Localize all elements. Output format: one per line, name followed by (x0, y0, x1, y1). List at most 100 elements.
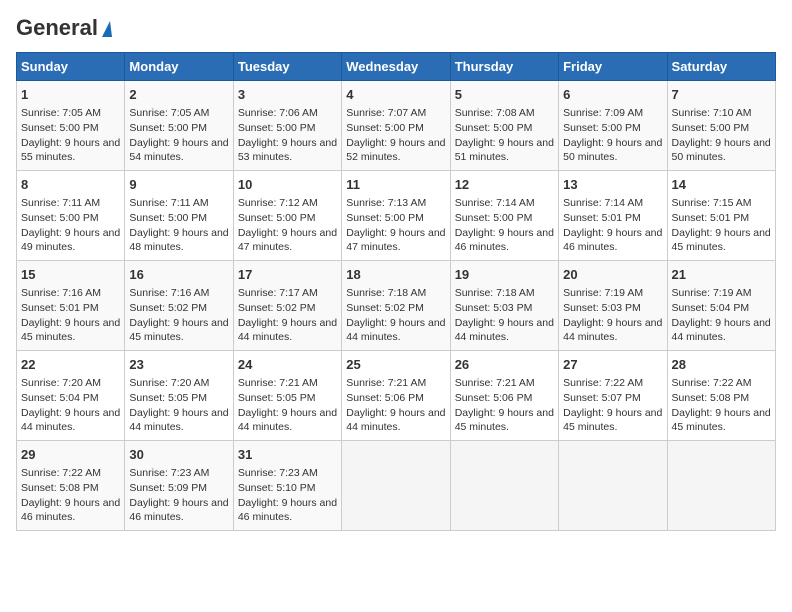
day-number: 2 (129, 86, 228, 104)
calendar-cell: 13 Sunrise: 7:14 AM Sunset: 5:01 PM Dayli… (559, 171, 667, 261)
calendar-cell (559, 440, 667, 530)
day-info: Sunrise: 7:05 AM Sunset: 5:00 PM Dayligh… (21, 106, 120, 165)
calendar-cell: 21 Sunrise: 7:19 AM Sunset: 5:04 PM Dayli… (667, 261, 775, 351)
day-number: 12 (455, 176, 554, 194)
day-number: 1 (21, 86, 120, 104)
day-number: 26 (455, 356, 554, 374)
logo: General (16, 16, 112, 40)
calendar-cell: 16Sunrise: 7:16 AM Sunset: 5:02 PM Dayli… (125, 261, 233, 351)
calendar-cell: 30 Sunrise: 7:23 AM Sunset: 5:09 PM Dayli… (125, 440, 233, 530)
day-info: Sunrise: 7:23 AM Sunset: 5:10 PM Dayligh… (238, 466, 337, 525)
calendar-cell: 20 Sunrise: 7:19 AM Sunset: 5:03 PM Dayli… (559, 261, 667, 351)
calendar-cell: 26 Sunrise: 7:21 AM Sunset: 5:06 PM Dayli… (450, 351, 558, 441)
calendar-cell: 17Sunrise: 7:17 AM Sunset: 5:02 PM Dayli… (233, 261, 341, 351)
col-header-monday: Monday (125, 53, 233, 81)
day-number: 25 (346, 356, 445, 374)
day-info: Sunrise: 7:06 AM Sunset: 5:00 PM Dayligh… (238, 106, 337, 165)
calendar-cell (450, 440, 558, 530)
calendar-cell: 11Sunrise: 7:13 AM Sunset: 5:00 PM Dayli… (342, 171, 450, 261)
col-header-sunday: Sunday (17, 53, 125, 81)
calendar-cell: 5Sunrise: 7:08 AM Sunset: 5:00 PM Daylig… (450, 81, 558, 171)
day-number: 3 (238, 86, 337, 104)
calendar-cell (667, 440, 775, 530)
col-header-friday: Friday (559, 53, 667, 81)
calendar-cell: 24 Sunrise: 7:21 AM Sunset: 5:05 PM Dayli… (233, 351, 341, 441)
calendar-cell: 9 Sunrise: 7:11 AM Sunset: 5:00 PM Daylig… (125, 171, 233, 261)
calendar-cell: 25 Sunrise: 7:21 AM Sunset: 5:06 PM Dayli… (342, 351, 450, 441)
day-info: Sunrise: 7:18 AM Sunset: 5:03 PM Dayligh… (455, 286, 554, 345)
day-info: Sunrise: 7:20 AM Sunset: 5:04 PM Dayligh… (21, 376, 120, 435)
calendar-table: SundayMondayTuesdayWednesdayThursdayFrid… (16, 52, 776, 531)
day-info: Sunrise: 7:11 AM Sunset: 5:00 PM Dayligh… (21, 196, 120, 255)
calendar-cell: 15 Sunrise: 7:16 AM Sunset: 5:01 PM Dayli… (17, 261, 125, 351)
calendar-cell: 28 Sunrise: 7:22 AM Sunset: 5:08 PM Dayli… (667, 351, 775, 441)
day-number: 18 (346, 266, 445, 284)
day-number: 23 (129, 356, 228, 374)
calendar-cell: 2 Sunrise: 7:05 AM Sunset: 5:00 PM Daylig… (125, 81, 233, 171)
calendar-cell: 14 Sunrise: 7:15 AM Sunset: 5:01 PM Dayli… (667, 171, 775, 261)
day-info: Sunrise: 7:21 AM Sunset: 5:06 PM Dayligh… (346, 376, 445, 435)
day-number: 28 (672, 356, 771, 374)
day-info: Sunrise: 7:16 AM Sunset: 5:02 PM Dayligh… (129, 286, 228, 345)
day-info: Sunrise: 7:16 AM Sunset: 5:01 PM Dayligh… (21, 286, 120, 345)
calendar-cell: 31 Sunrise: 7:23 AM Sunset: 5:10 PM Dayli… (233, 440, 341, 530)
calendar-cell: 10 Sunrise: 7:12 AM Sunset: 5:00 PM Dayli… (233, 171, 341, 261)
calendar-cell: 12 Sunrise: 7:14 AM Sunset: 5:00 PM Dayli… (450, 171, 558, 261)
calendar-cell: 27 Sunrise: 7:22 AM Sunset: 5:07 PM Dayli… (559, 351, 667, 441)
day-info: Sunrise: 7:10 AM Sunset: 5:00 PM Dayligh… (672, 106, 771, 165)
day-info: Sunrise: 7:22 AM Sunset: 5:07 PM Dayligh… (563, 376, 662, 435)
calendar-cell: 3 Sunrise: 7:06 AM Sunset: 5:00 PM Daylig… (233, 81, 341, 171)
day-number: 27 (563, 356, 662, 374)
day-number: 10 (238, 176, 337, 194)
day-number: 6 (563, 86, 662, 104)
day-number: 24 (238, 356, 337, 374)
day-number: 9 (129, 176, 228, 194)
calendar-cell: 6 Sunrise: 7:09 AM Sunset: 5:00 PM Daylig… (559, 81, 667, 171)
day-info: Sunrise: 7:20 AM Sunset: 5:05 PM Dayligh… (129, 376, 228, 435)
day-number: 7 (672, 86, 771, 104)
day-info: Sunrise: 7:07 AM Sunset: 5:00 PM Dayligh… (346, 106, 445, 165)
day-number: 31 (238, 446, 337, 464)
col-header-tuesday: Tuesday (233, 53, 341, 81)
day-info: Sunrise: 7:09 AM Sunset: 5:00 PM Dayligh… (563, 106, 662, 165)
day-info: Sunrise: 7:17 AM Sunset: 5:02 PM Dayligh… (238, 286, 337, 345)
day-number: 29 (21, 446, 120, 464)
day-info: Sunrise: 7:19 AM Sunset: 5:04 PM Dayligh… (672, 286, 771, 345)
day-number: 22 (21, 356, 120, 374)
calendar-cell: 4Sunrise: 7:07 AM Sunset: 5:00 PM Daylig… (342, 81, 450, 171)
page-header: General (16, 16, 776, 40)
day-number: 30 (129, 446, 228, 464)
day-number: 20 (563, 266, 662, 284)
col-header-thursday: Thursday (450, 53, 558, 81)
day-info: Sunrise: 7:08 AM Sunset: 5:00 PM Dayligh… (455, 106, 554, 165)
day-number: 14 (672, 176, 771, 194)
calendar-cell: 1 Sunrise: 7:05 AM Sunset: 5:00 PM Daylig… (17, 81, 125, 171)
day-info: Sunrise: 7:11 AM Sunset: 5:00 PM Dayligh… (129, 196, 228, 255)
calendar-cell: 19Sunrise: 7:18 AM Sunset: 5:03 PM Dayli… (450, 261, 558, 351)
calendar-cell: 18 Sunrise: 7:18 AM Sunset: 5:02 PM Dayli… (342, 261, 450, 351)
day-number: 11 (346, 176, 445, 194)
day-number: 13 (563, 176, 662, 194)
calendar-cell (342, 440, 450, 530)
day-number: 8 (21, 176, 120, 194)
calendar-cell: 29 Sunrise: 7:22 AM Sunset: 5:08 PM Dayli… (17, 440, 125, 530)
day-info: Sunrise: 7:23 AM Sunset: 5:09 PM Dayligh… (129, 466, 228, 525)
day-info: Sunrise: 7:18 AM Sunset: 5:02 PM Dayligh… (346, 286, 445, 345)
day-number: 15 (21, 266, 120, 284)
calendar-cell: 8 Sunrise: 7:11 AM Sunset: 5:00 PM Daylig… (17, 171, 125, 261)
calendar-cell: 23 Sunrise: 7:20 AM Sunset: 5:05 PM Dayli… (125, 351, 233, 441)
calendar-cell: 7 Sunrise: 7:10 AM Sunset: 5:00 PM Daylig… (667, 81, 775, 171)
day-info: Sunrise: 7:21 AM Sunset: 5:06 PM Dayligh… (455, 376, 554, 435)
day-info: Sunrise: 7:12 AM Sunset: 5:00 PM Dayligh… (238, 196, 337, 255)
col-header-wednesday: Wednesday (342, 53, 450, 81)
day-info: Sunrise: 7:15 AM Sunset: 5:01 PM Dayligh… (672, 196, 771, 255)
day-number: 21 (672, 266, 771, 284)
day-info: Sunrise: 7:21 AM Sunset: 5:05 PM Dayligh… (238, 376, 337, 435)
day-info: Sunrise: 7:14 AM Sunset: 5:01 PM Dayligh… (563, 196, 662, 255)
day-info: Sunrise: 7:19 AM Sunset: 5:03 PM Dayligh… (563, 286, 662, 345)
day-info: Sunrise: 7:22 AM Sunset: 5:08 PM Dayligh… (21, 466, 120, 525)
day-info: Sunrise: 7:05 AM Sunset: 5:00 PM Dayligh… (129, 106, 228, 165)
day-info: Sunrise: 7:14 AM Sunset: 5:00 PM Dayligh… (455, 196, 554, 255)
col-header-saturday: Saturday (667, 53, 775, 81)
day-info: Sunrise: 7:22 AM Sunset: 5:08 PM Dayligh… (672, 376, 771, 435)
